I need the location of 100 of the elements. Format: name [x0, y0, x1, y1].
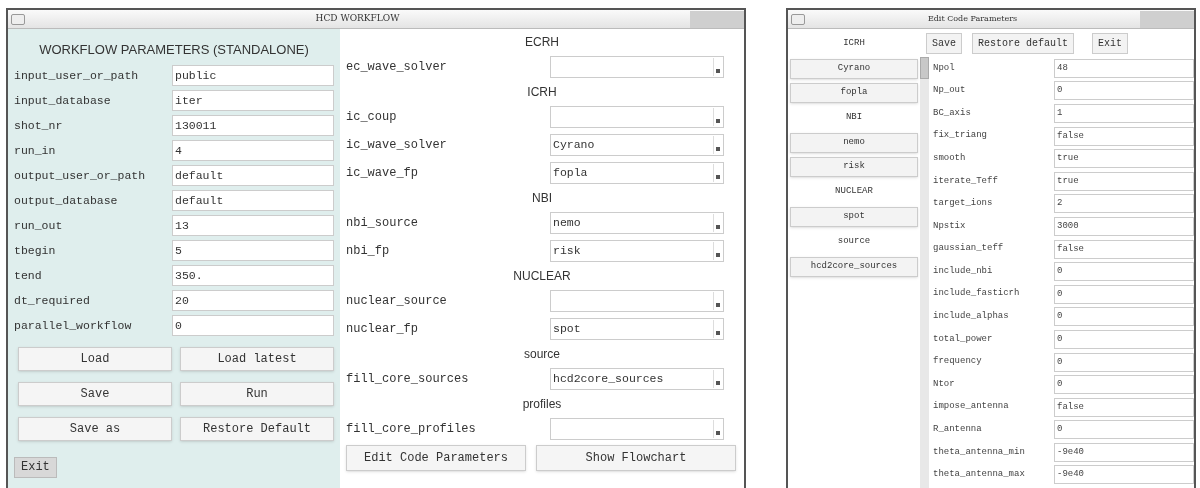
window-title: Edit Code Parameters: [927, 13, 1018, 25]
parameter-label: theta_antenna_max: [933, 468, 1026, 482]
input-field[interactable]: true: [1054, 149, 1194, 169]
parameter-label: target_ions: [933, 197, 994, 211]
field-label: input_database: [14, 92, 112, 109]
input-field[interactable]: 20: [172, 290, 334, 311]
dropdown[interactable]: [550, 56, 724, 78]
parameter-label: R_antenna: [933, 423, 983, 437]
input-field[interactable]: 3000: [1054, 216, 1194, 236]
input-field[interactable]: iter: [172, 90, 334, 111]
window-controls[interactable]: [1140, 10, 1194, 28]
parameter-label: include_nbi: [933, 264, 994, 278]
field-label: nbi_source: [346, 215, 419, 232]
field-label: nuclear_source: [346, 293, 448, 310]
input-field[interactable]: 0: [172, 315, 334, 336]
scrollbar[interactable]: [920, 57, 929, 488]
dropdown[interactable]: [550, 418, 724, 440]
window-title: HCD WORKFLOW: [315, 12, 400, 26]
button[interactable]: Edit Code Parameters: [346, 445, 526, 471]
input-field[interactable]: public: [172, 65, 334, 86]
section-heading: profiles: [522, 396, 562, 413]
parameter-label: gaussian_teff: [933, 242, 1005, 256]
dropdown[interactable]: Cyrano: [550, 134, 724, 156]
parameter-label: include_fasticrh: [933, 287, 1021, 301]
toolbar-button[interactable]: Restore default: [972, 32, 1075, 54]
input-field[interactable]: 5: [172, 240, 334, 261]
section-heading: ICRH: [843, 37, 865, 51]
field-label: ic_coup: [346, 109, 398, 126]
field-label: fill_core_profiles: [346, 421, 477, 438]
parameter-label: total_power: [933, 332, 994, 346]
input-field[interactable]: 350.: [172, 265, 334, 286]
section-heading: WORKFLOW PARAMETERS (STANDALONE): [39, 41, 309, 60]
field-label: nbi_fp: [346, 243, 391, 260]
section-heading: source: [837, 235, 871, 249]
parameter-label: Np_out: [933, 84, 967, 98]
input-field[interactable]: 2: [1054, 194, 1194, 214]
section-heading: NUCLEAR: [513, 268, 571, 285]
section-heading: NUCLEAR: [835, 185, 873, 199]
section-heading: ECRH: [525, 34, 559, 51]
field-label: dt_required: [14, 292, 91, 309]
section-heading: NBI: [532, 190, 552, 207]
input-field[interactable]: 0: [1054, 352, 1194, 372]
parameter-label: fix_triang: [933, 129, 988, 143]
button[interactable]: Show Flowchart: [536, 445, 736, 471]
input-field[interactable]: 1: [1054, 104, 1194, 123]
dropdown[interactable]: nemo: [550, 212, 724, 234]
input-field[interactable]: 0: [1054, 420, 1194, 440]
dropdown[interactable]: fopla: [550, 162, 724, 184]
input-field[interactable]: 0: [1054, 262, 1194, 282]
code-button[interactable]: spot: [790, 207, 918, 227]
input-field[interactable]: 0: [1054, 307, 1194, 327]
input-field[interactable]: 0: [1054, 375, 1194, 395]
parameter-label: Npstix: [933, 219, 967, 233]
input-field[interactable]: false: [1054, 397, 1194, 417]
field-label: tbegin: [14, 242, 57, 259]
input-field[interactable]: default: [172, 165, 334, 186]
dropdown[interactable]: [550, 290, 724, 312]
input-field[interactable]: 0: [1054, 81, 1194, 101]
button[interactable]: Save: [18, 382, 172, 406]
input-field[interactable]: false: [1054, 239, 1194, 259]
input-field[interactable]: 13: [172, 215, 334, 236]
parameter-label: BC_axis: [933, 106, 972, 120]
toolbar-button[interactable]: Save: [926, 32, 962, 54]
input-field[interactable]: 0: [1054, 329, 1194, 349]
input-field[interactable]: false: [1054, 126, 1194, 146]
field-label: run_out: [14, 217, 64, 234]
code-button[interactable]: hcd2core_sources: [790, 257, 918, 277]
button[interactable]: Save as: [18, 417, 172, 441]
parameter-label: Ntor: [933, 377, 956, 391]
code-button[interactable]: risk: [790, 157, 918, 177]
parameter-label: frequency: [933, 355, 983, 369]
input-field[interactable]: true: [1054, 171, 1194, 191]
button[interactable]: Restore Default: [180, 417, 334, 441]
field-label: shot_nr: [14, 117, 64, 134]
toolbar-button[interactable]: Exit: [1092, 32, 1129, 54]
input-field[interactable]: 48: [1054, 58, 1194, 78]
input-field[interactable]: 0: [1054, 284, 1194, 304]
button[interactable]: Load latest: [180, 347, 334, 371]
parameter-label: theta_antenna_min: [933, 445, 1026, 459]
input-field[interactable]: 4: [172, 140, 334, 161]
input-field[interactable]: -9e40: [1054, 442, 1194, 462]
field-label: tend: [14, 267, 43, 284]
dropdown[interactable]: spot: [550, 318, 724, 340]
dropdown[interactable]: risk: [550, 240, 724, 262]
dropdown[interactable]: hcd2core_sources: [550, 368, 724, 390]
dropdown[interactable]: [550, 106, 724, 128]
exit-button[interactable]: Exit: [14, 456, 57, 478]
field-label: parallel_workflow: [14, 317, 133, 334]
input-field[interactable]: 130011: [172, 115, 334, 136]
input-field[interactable]: -9e40: [1054, 465, 1194, 485]
window-menu-icon[interactable]: [11, 13, 25, 25]
code-button[interactable]: fopla: [790, 83, 918, 103]
code-button[interactable]: Cyrano: [790, 59, 918, 79]
input-field[interactable]: default: [172, 190, 334, 211]
parameter-label: smooth: [933, 151, 967, 165]
code-button[interactable]: nemo: [790, 133, 918, 153]
button[interactable]: Run: [180, 382, 334, 406]
window-controls[interactable]: [690, 10, 744, 28]
button[interactable]: Load: [18, 347, 172, 371]
window-menu-icon[interactable]: [791, 13, 805, 25]
